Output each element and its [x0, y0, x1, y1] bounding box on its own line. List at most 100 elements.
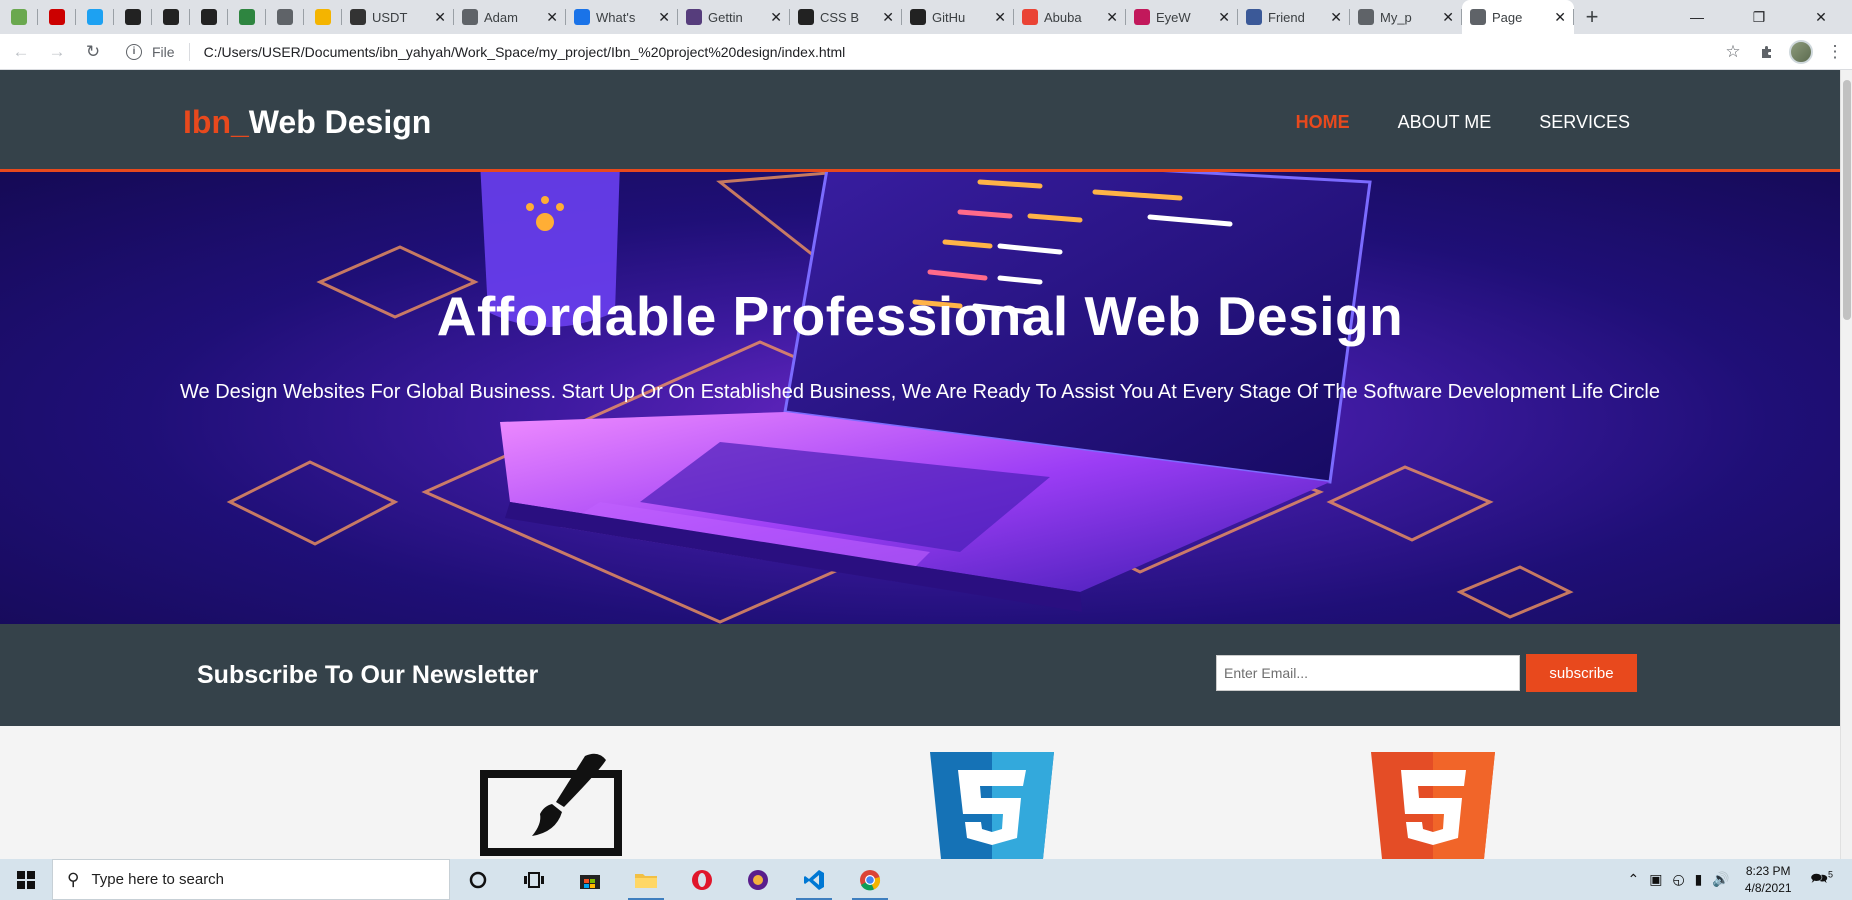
tab-close-icon[interactable]: ✕: [546, 9, 558, 26]
browser-tab[interactable]: [190, 0, 228, 34]
clock-time: 8:23 PM: [1745, 863, 1791, 878]
windows-start-icon[interactable]: [0, 859, 52, 900]
browser-tab[interactable]: Page ✕: [1462, 0, 1574, 34]
minimize-icon[interactable]: —: [1666, 0, 1728, 34]
store-icon[interactable]: [562, 859, 618, 900]
nav-link-services[interactable]: SERVICES: [1539, 112, 1630, 133]
browser-tab[interactable]: [228, 0, 266, 34]
speaker-icon[interactable]: 🔊: [1712, 871, 1729, 888]
maximize-icon[interactable]: ❐: [1728, 0, 1790, 34]
battery-icon[interactable]: ▮: [1695, 871, 1703, 888]
tab-favicon-icon: [239, 9, 255, 25]
chrome-icon[interactable]: [842, 859, 898, 900]
back-arrow-icon[interactable]: ←: [6, 37, 36, 67]
tab-favicon-icon: [574, 9, 590, 25]
tab-title: What's: [596, 9, 636, 25]
tab-close-icon[interactable]: ✕: [1106, 9, 1118, 26]
reload-icon[interactable]: ↻: [78, 37, 108, 67]
address-bar[interactable]: i File C:/Users/USER/Documents/ibn_yahya…: [126, 37, 1686, 67]
tab-close-icon[interactable]: ✕: [882, 9, 894, 26]
tab-favicon-icon: [686, 9, 702, 25]
windows-taskbar: ⚲ Type here to search ⌃ ▣ ◵ ▮ 🔊 8:23 PM …: [0, 859, 1852, 900]
tab-title: GitHu: [932, 9, 966, 25]
taskbar-search-input[interactable]: ⚲ Type here to search: [52, 859, 450, 900]
tab-close-icon[interactable]: ✕: [1330, 9, 1342, 26]
tab-favicon-icon: [11, 9, 27, 25]
tab-title: Adam: [484, 9, 518, 25]
tab-title: EyeW: [1156, 9, 1191, 25]
tab-close-icon[interactable]: ✕: [770, 9, 782, 26]
url-text[interactable]: C:/Users/USER/Documents/ibn_yahyah/Work_…: [204, 44, 846, 60]
browser-tab[interactable]: Abuba ✕: [1014, 0, 1126, 34]
system-tray: ⌃ ▣ ◵ ▮ 🔊 8:23 PM 4/8/2021 🗪5: [1622, 859, 1852, 900]
subscribe-button[interactable]: subscribe: [1526, 654, 1637, 692]
task-view-icon[interactable]: [506, 859, 562, 900]
html5-icon: [1371, 752, 1495, 859]
nav-link-about-me[interactable]: ABOUT ME: [1398, 112, 1492, 133]
site-header: Ibn_Web Design HOME ABOUT ME SERVICES: [0, 70, 1840, 172]
opera-icon[interactable]: [674, 859, 730, 900]
menu-kebab-icon[interactable]: ⋮: [1818, 42, 1852, 62]
taskbar-clock[interactable]: 8:23 PM 4/8/2021: [1745, 863, 1792, 897]
cortana-icon[interactable]: [450, 859, 506, 900]
divider: [188, 42, 190, 61]
browser-tab[interactable]: [114, 0, 152, 34]
browser-tab[interactable]: EyeW ✕: [1126, 0, 1238, 34]
search-placeholder: Type here to search: [91, 871, 225, 888]
browser-tab[interactable]: USDT ✕: [342, 0, 454, 34]
browser-tab[interactable]: CSS B ✕: [790, 0, 902, 34]
tab-close-icon[interactable]: ✕: [1554, 9, 1566, 26]
app-emblem-icon[interactable]: [730, 859, 786, 900]
tab-favicon-icon: [462, 9, 478, 25]
vscode-icon[interactable]: [786, 859, 842, 900]
hero-description: We Design Websites For Global Business. …: [180, 381, 1660, 403]
tab-close-icon[interactable]: ✕: [1442, 9, 1454, 26]
vertical-scrollbar[interactable]: [1840, 70, 1852, 859]
tab-close-icon[interactable]: ✕: [1218, 9, 1230, 26]
browser-tab[interactable]: [152, 0, 190, 34]
close-window-icon[interactable]: ✕: [1790, 0, 1852, 34]
tab-favicon-icon: [1134, 9, 1150, 25]
browser-tab[interactable]: [266, 0, 304, 34]
tab-title: My_p: [1380, 9, 1412, 25]
new-tab-button[interactable]: +: [1574, 0, 1610, 34]
extensions-puzzle-icon[interactable]: [1750, 44, 1784, 60]
browser-tab[interactable]: [76, 0, 114, 34]
url-scheme: File: [152, 43, 175, 60]
tab-close-icon[interactable]: ✕: [994, 9, 1006, 26]
tab-close-icon[interactable]: ✕: [434, 9, 446, 26]
email-field[interactable]: [1216, 655, 1520, 691]
newsletter-section: Subscribe To Our Newsletter subscribe: [0, 624, 1840, 726]
info-icon[interactable]: i: [126, 43, 142, 60]
forward-arrow-icon[interactable]: →: [42, 37, 72, 67]
hero-title: Affordable Professional Web Design: [436, 285, 1404, 347]
browser-tab[interactable]: What's ✕: [566, 0, 678, 34]
avatar[interactable]: [1784, 40, 1818, 64]
chevron-up-icon[interactable]: ⌃: [1627, 871, 1639, 888]
browser-tab[interactable]: Adam ✕: [454, 0, 566, 34]
page-viewport: Ibn_Web Design HOME ABOUT ME SERVICES Af…: [0, 70, 1840, 859]
wifi-icon[interactable]: ◵: [1672, 871, 1684, 888]
tab-favicon-icon: [49, 9, 65, 25]
tab-favicon-icon: [163, 9, 179, 25]
browser-tab[interactable]: My_p ✕: [1350, 0, 1462, 34]
search-icon: ⚲: [67, 869, 80, 889]
browser-tab[interactable]: [38, 0, 76, 34]
brush-monitor-icon: [480, 753, 622, 856]
browser-tab[interactable]: GitHu ✕: [902, 0, 1014, 34]
nav-link-home[interactable]: HOME: [1296, 112, 1350, 133]
browser-tab[interactable]: Gettin ✕: [678, 0, 790, 34]
features-section: [0, 726, 1840, 859]
notification-icon[interactable]: 🗪5: [1811, 868, 1833, 892]
hero-showcase: Affordable Professional Web Design We De…: [0, 172, 1840, 624]
browser-tab[interactable]: [0, 0, 38, 34]
meet-now-icon[interactable]: ▣: [1649, 871, 1662, 888]
browser-tab[interactable]: [304, 0, 342, 34]
newsletter-title: Subscribe To Our Newsletter: [197, 661, 539, 689]
browser-tab-strip: USDT ✕ Adam ✕ What's ✕ Gettin ✕ CSS B ✕ GitHu ✕ Abub…: [0, 0, 1852, 34]
file-explorer-icon[interactable]: [618, 859, 674, 900]
bookmark-star-icon[interactable]: ☆: [1716, 42, 1750, 62]
tab-close-icon[interactable]: ✕: [658, 9, 670, 26]
scrollbar-thumb[interactable]: [1843, 80, 1851, 320]
browser-tab[interactable]: Friend ✕: [1238, 0, 1350, 34]
